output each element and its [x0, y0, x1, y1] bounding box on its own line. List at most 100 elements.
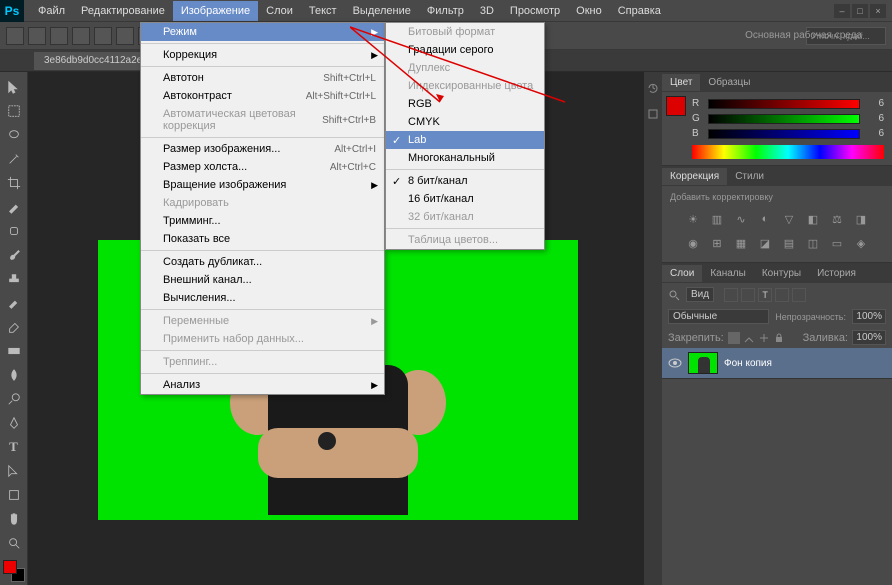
maximize-button[interactable]: □ [852, 4, 868, 18]
slider-track[interactable] [708, 129, 860, 139]
shape-tool[interactable] [3, 484, 25, 506]
submenu-item[interactable]: CMYK [386, 113, 544, 131]
submenu-item[interactable]: ✓Lab [386, 131, 544, 149]
opacity-field[interactable]: 100% [852, 309, 886, 324]
tab-adjustments[interactable]: Коррекция [662, 168, 727, 185]
menu-item[interactable]: Создать дубликат... [141, 250, 384, 271]
lookup-icon[interactable]: ▦ [732, 234, 750, 252]
type-tool[interactable]: T [3, 436, 25, 458]
submenu-item[interactable]: Многоканальный [386, 149, 544, 167]
bw-icon[interactable]: ◨ [852, 210, 870, 228]
menu-item[interactable]: Тримминг... [141, 212, 384, 230]
close-button[interactable]: × [870, 4, 886, 18]
history-icon[interactable] [647, 82, 659, 94]
lock-transparent-icon[interactable] [728, 332, 740, 344]
lasso-tool[interactable] [3, 124, 25, 146]
menu-редактирование[interactable]: Редактирование [73, 1, 173, 21]
blur-tool[interactable] [3, 364, 25, 386]
slider-value[interactable]: 6 [866, 113, 884, 124]
submenu-item[interactable]: ✓8 бит/канал [386, 169, 544, 190]
slider-value[interactable]: 6 [866, 98, 884, 109]
menu-item[interactable]: Показать все [141, 230, 384, 248]
slider-value[interactable]: 6 [866, 128, 884, 139]
move-tool[interactable] [3, 76, 25, 98]
dodge-tool[interactable] [3, 388, 25, 410]
eraser-tool[interactable] [3, 316, 25, 338]
lock-position-icon[interactable] [758, 332, 770, 344]
layer-name[interactable]: Фон копия [724, 358, 772, 369]
submenu-item[interactable]: RGB [386, 95, 544, 113]
opt-icon[interactable] [72, 27, 90, 45]
tab-channels[interactable]: Каналы [702, 265, 754, 282]
spectrum[interactable] [692, 145, 884, 159]
brush-tool[interactable] [3, 244, 25, 266]
marquee-tool[interactable] [3, 100, 25, 122]
menu-просмотр[interactable]: Просмотр [502, 1, 568, 21]
vibrance-icon[interactable]: ▽ [780, 210, 798, 228]
menu-item[interactable]: Размер изображения...Alt+Ctrl+I [141, 137, 384, 158]
submenu-item[interactable]: Градации серого [386, 41, 544, 59]
invert-icon[interactable]: ◪ [756, 234, 774, 252]
threshold-icon[interactable]: ◫ [804, 234, 822, 252]
lock-all-icon[interactable] [773, 332, 785, 344]
color-swatches[interactable] [3, 560, 25, 582]
minimize-button[interactable]: – [834, 4, 850, 18]
opt-icon[interactable] [28, 27, 46, 45]
slider-track[interactable] [708, 114, 860, 124]
tab-styles[interactable]: Стили [727, 168, 772, 185]
curves-icon[interactable]: ∿ [732, 210, 750, 228]
hue-icon[interactable]: ◧ [804, 210, 822, 228]
tab-paths[interactable]: Контуры [754, 265, 809, 282]
heal-tool[interactable] [3, 220, 25, 242]
posterize-icon[interactable]: ▤ [780, 234, 798, 252]
visibility-icon[interactable] [668, 356, 682, 370]
workspace-switcher[interactable]: Основная рабочая среда [745, 30, 862, 41]
lock-pixels-icon[interactable] [743, 332, 755, 344]
tab-color[interactable]: Цвет [662, 74, 700, 91]
photo-filter-icon[interactable]: ◉ [684, 234, 702, 252]
menu-item[interactable]: Режим▶ [141, 23, 384, 41]
levels-icon[interactable]: ▥ [708, 210, 726, 228]
gradient-tool[interactable] [3, 340, 25, 362]
properties-icon[interactable] [647, 108, 659, 120]
balance-icon[interactable]: ⚖ [828, 210, 846, 228]
filter-pixel-icon[interactable] [724, 288, 738, 302]
menu-item[interactable]: АвтоконтрастAlt+Shift+Ctrl+L [141, 87, 384, 105]
pen-tool[interactable] [3, 412, 25, 434]
filter-smart-icon[interactable] [792, 288, 806, 302]
menu-item[interactable]: Анализ▶ [141, 373, 384, 394]
menu-item[interactable]: Размер холста...Alt+Ctrl+C [141, 158, 384, 176]
tab-swatches[interactable]: Образцы [700, 74, 758, 91]
menu-файл[interactable]: Файл [30, 1, 73, 21]
menu-справка[interactable]: Справка [610, 1, 669, 21]
menu-item[interactable]: Вычисления... [141, 289, 384, 307]
menu-текст[interactable]: Текст [301, 1, 345, 21]
slider-track[interactable] [708, 99, 860, 109]
menu-изображение[interactable]: Изображение [173, 1, 258, 21]
fg-swatch[interactable] [3, 560, 17, 574]
menu-3d[interactable]: 3D [472, 1, 502, 21]
filter-type-icon[interactable]: T [758, 288, 772, 302]
menu-фильтр[interactable]: Фильтр [419, 1, 472, 21]
menu-выделение[interactable]: Выделение [345, 1, 419, 21]
menu-item[interactable]: Коррекция▶ [141, 43, 384, 64]
exposure-icon[interactable]: ◐ [756, 210, 774, 228]
brightness-icon[interactable]: ☀ [684, 210, 702, 228]
mixer-icon[interactable]: ⊞ [708, 234, 726, 252]
submenu-item[interactable]: 16 бит/канал [386, 190, 544, 208]
menu-окно[interactable]: Окно [568, 1, 610, 21]
filter-adj-icon[interactable] [741, 288, 755, 302]
blend-mode[interactable]: Обычные [668, 309, 769, 324]
tab-history[interactable]: История [809, 265, 864, 282]
tab-layers[interactable]: Слои [662, 265, 702, 282]
opt-icon[interactable] [94, 27, 112, 45]
zoom-tool[interactable] [3, 532, 25, 554]
layer-thumbnail[interactable] [688, 352, 718, 374]
color-preview[interactable] [666, 96, 686, 116]
crop-tool[interactable] [3, 172, 25, 194]
fill-field[interactable]: 100% [852, 330, 886, 345]
gradient-map-icon[interactable]: ▭ [828, 234, 846, 252]
opt-icon[interactable] [50, 27, 68, 45]
menu-слои[interactable]: Слои [258, 1, 301, 21]
tool-preset-icon[interactable] [6, 27, 24, 45]
